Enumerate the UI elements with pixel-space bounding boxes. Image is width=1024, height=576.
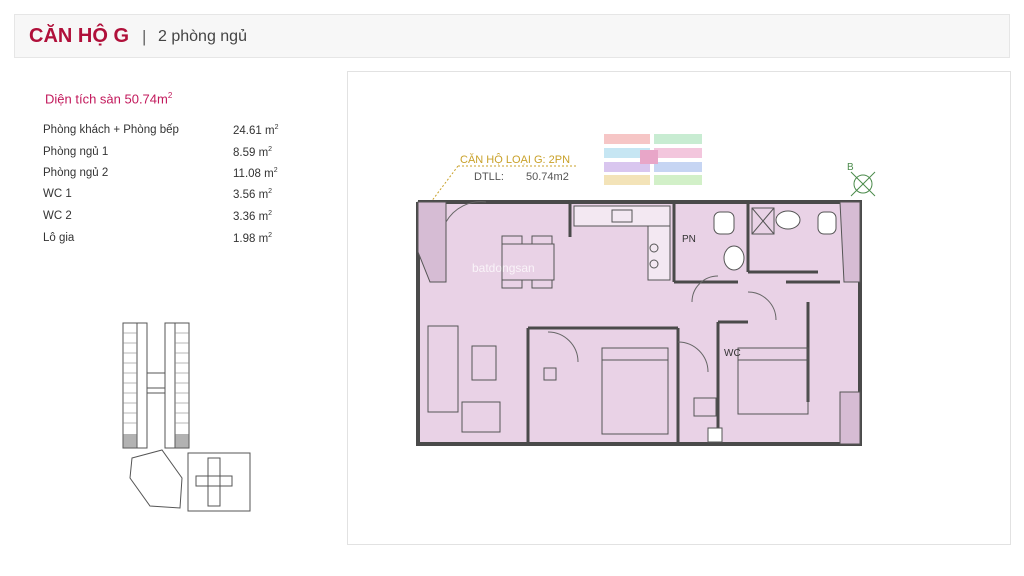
room-label-wc: WC	[724, 348, 741, 359]
location-grid	[604, 134, 702, 185]
room-area: 3.56 m2	[233, 188, 272, 201]
room-name: Phòng ngủ 1	[43, 146, 109, 158]
compass-icon: B	[847, 162, 876, 197]
plan-dtll-label: DTLL:	[474, 171, 504, 183]
room-area-value: 24.61 m	[233, 124, 275, 137]
room-area-sup: 2	[268, 210, 273, 217]
room-area-sup: 2	[268, 146, 273, 153]
floor-plan-panel: CĂN HỘ LOẠI G: 2PN DTLL: 50.74m2 B PN WC…	[347, 71, 1011, 545]
title-separator: |	[142, 27, 147, 46]
page-subtitle: 2 phòng ngủ	[158, 28, 247, 45]
floor-plan-drawing: CĂN HỘ LOẠI G: 2PN DTLL: 50.74m2 B PN WC…	[416, 134, 876, 446]
svg-text:B: B	[847, 162, 854, 173]
room-area-value: 3.56 m	[233, 188, 269, 201]
room-area-sup: 2	[268, 232, 273, 239]
floor-area-unit-sup: 2	[167, 91, 173, 100]
room-name: Phòng ngủ 2	[43, 167, 109, 179]
key-plan-diagram	[122, 322, 251, 512]
room-name: WC 2	[43, 210, 72, 222]
floor-area-title: Diện tích sàn 50.74m2	[45, 91, 172, 106]
room-area: 1.98 m2	[233, 232, 272, 245]
room-area-sup: 2	[268, 188, 273, 195]
room-name: WC 1	[43, 188, 72, 200]
room-name: Phòng khách + Phòng bếp	[43, 124, 179, 136]
page-title: CĂN HỘ G	[29, 25, 129, 47]
room-area-value: 8.59 m	[233, 146, 269, 159]
page-header: CĂN HỘ G | 2 phòng ngủ	[14, 14, 1010, 58]
room-area: 8.59 m2	[233, 146, 272, 159]
room-label-pn: PN	[682, 234, 696, 245]
room-area-sup: 2	[274, 124, 279, 131]
plan-unit-label: CĂN HỘ LOẠI G: 2PN	[460, 153, 570, 166]
plan-dtll-value: 50.74m2	[526, 171, 569, 183]
room-area: 11.08 m2	[233, 167, 278, 180]
apartment-floor-area	[418, 202, 860, 444]
floor-area-label: Diện tích sàn 50.74m	[45, 91, 168, 107]
room-area-value: 3.36 m	[233, 210, 269, 223]
room-name: Lô gia	[43, 232, 75, 244]
room-area: 3.36 m2	[233, 210, 272, 223]
room-area: 24.61 m2	[233, 124, 278, 137]
watermark-logo: batdongsan	[472, 261, 535, 275]
room-area-sup: 2	[273, 167, 278, 174]
room-area-value: 1.98 m	[233, 232, 269, 245]
room-area-value: 11.08 m	[233, 167, 274, 180]
